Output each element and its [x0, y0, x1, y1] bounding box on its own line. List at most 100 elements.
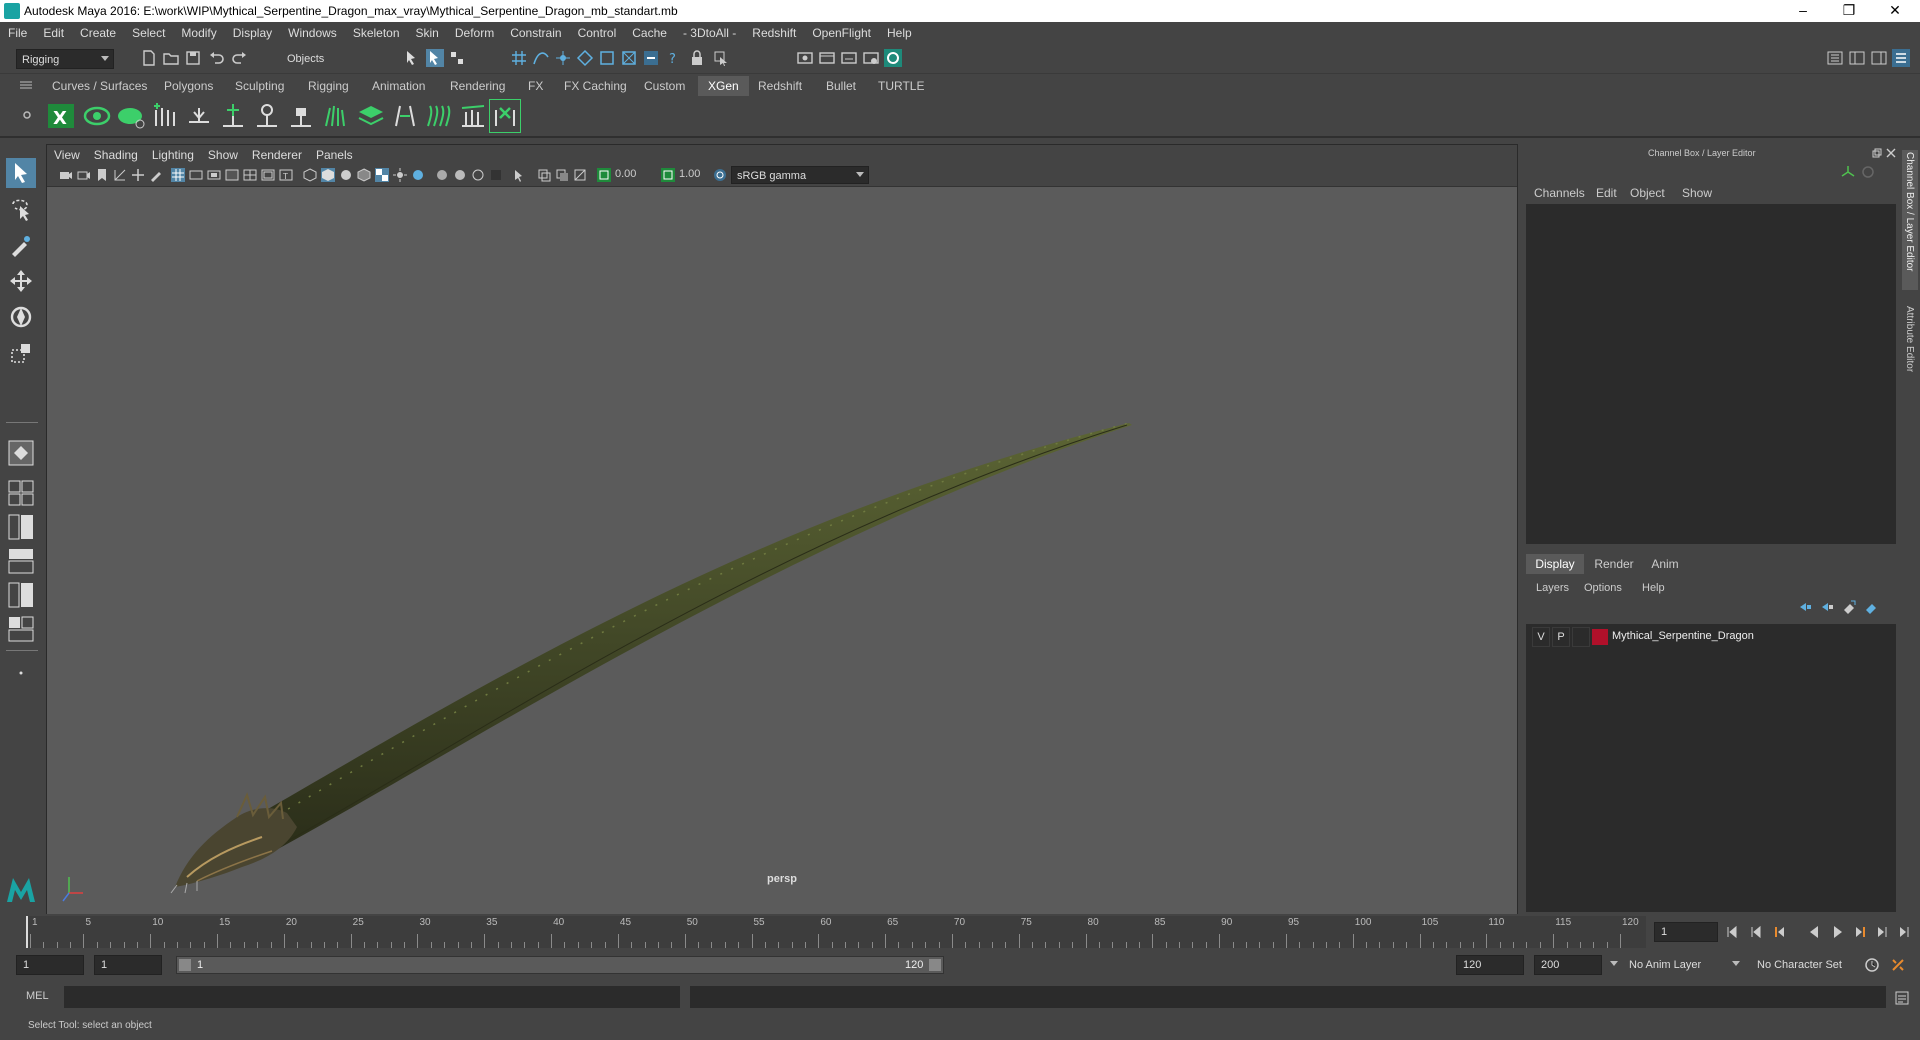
- tab-xgen[interactable]: XGen: [698, 76, 749, 96]
- redo-icon[interactable]: [230, 49, 248, 67]
- viewport-menu-lighting[interactable]: Lighting: [145, 145, 201, 165]
- tab-fx[interactable]: FX: [518, 76, 553, 96]
- gate-mask-icon[interactable]: [225, 168, 239, 182]
- tab-bullet[interactable]: Bullet: [816, 76, 866, 96]
- construction-history-icon[interactable]: [642, 49, 660, 67]
- channel-box-toggle-icon[interactable]: [1892, 49, 1910, 67]
- layer-row[interactable]: V P Mythical_Serpentine_Dragon: [1528, 626, 1894, 648]
- script-editor-icon[interactable]: [1894, 990, 1910, 1006]
- select-by-component-icon[interactable]: [448, 49, 466, 67]
- gamma-toggle-icon[interactable]: [661, 168, 675, 182]
- attribute-editor-toggle-icon[interactable]: [1848, 49, 1866, 67]
- tab-rendering[interactable]: Rendering: [440, 76, 515, 96]
- two-d-pan-icon[interactable]: [131, 168, 145, 182]
- tab-redshift[interactable]: Redshift: [748, 76, 812, 96]
- screen-space-ao-icon[interactable]: [435, 168, 449, 182]
- menu-help[interactable]: Help: [879, 22, 920, 44]
- four-view-layout-icon[interactable]: [6, 478, 36, 508]
- dragon-model[interactable]: [47, 187, 1517, 915]
- animation-end-field[interactable]: 200: [1534, 955, 1602, 975]
- wireframe-icon[interactable]: [303, 168, 317, 182]
- tab-curves-surfaces[interactable]: Curves / Surfaces: [42, 76, 157, 96]
- selection-mode-dropdown[interactable]: Objects: [282, 49, 378, 69]
- menu-redshift[interactable]: Redshift: [744, 22, 804, 44]
- tab-animation[interactable]: Animation: [362, 76, 435, 96]
- gamma-value[interactable]: 1.00: [679, 168, 715, 180]
- single-perspective-layout-icon[interactable]: [6, 438, 36, 468]
- tab-fx-caching[interactable]: FX Caching: [554, 76, 637, 96]
- lasso-tool-icon[interactable]: [6, 194, 36, 224]
- range-slider-start-handle[interactable]: [179, 959, 191, 971]
- command-input[interactable]: [64, 986, 680, 1008]
- xgen-preview-icon[interactable]: [82, 100, 112, 132]
- object-menu[interactable]: Object: [1630, 186, 1665, 200]
- snap-surface-icon[interactable]: [598, 49, 616, 67]
- select-tool-icon[interactable]: [6, 158, 36, 188]
- xgen-create-description-icon[interactable]: [116, 100, 146, 132]
- use-all-lights-icon[interactable]: [393, 168, 407, 182]
- xgen-lock-length-icon[interactable]: [286, 100, 316, 132]
- safe-action-icon[interactable]: [261, 168, 275, 182]
- playback-end-field[interactable]: 120: [1456, 955, 1524, 975]
- restore-button[interactable]: ❐: [1826, 0, 1872, 22]
- move-layer-down-icon[interactable]: [1820, 600, 1834, 614]
- persp-hypershade-layout-icon[interactable]: [6, 580, 36, 610]
- time-ruler[interactable]: 1 5 10 15 20 25 30 35 40 45 50 55 60 65 70 75 80 85 90 95 10…: [26, 916, 1646, 948]
- character-set-dropdown[interactable]: No Character Set: [1752, 955, 1870, 975]
- menu-skeleton[interactable]: Skeleton: [345, 22, 408, 44]
- xgen-interactive-groom-icon[interactable]: [489, 99, 521, 133]
- side-tab-attribute-editor[interactable]: Attribute Editor: [1902, 304, 1918, 404]
- xgen-guide-mode-icon[interactable]: [320, 100, 350, 132]
- tab-anim[interactable]: Anim: [1642, 554, 1688, 574]
- color-management-icon[interactable]: [713, 168, 727, 182]
- viewport-menu-panels[interactable]: Panels: [309, 145, 360, 165]
- undo-icon[interactable]: [208, 49, 226, 67]
- redshift-render-icon[interactable]: [884, 49, 902, 67]
- xgen-delete-guide-icon[interactable]: [184, 100, 214, 132]
- resolution-gate-icon[interactable]: [207, 168, 221, 182]
- close-panel-icon[interactable]: [1886, 148, 1896, 158]
- select-by-object-icon[interactable]: [426, 49, 444, 67]
- new-scene-icon[interactable]: [140, 49, 158, 67]
- tab-render[interactable]: Render: [1588, 554, 1640, 574]
- xgen-guide-length-icon[interactable]: [252, 100, 282, 132]
- float-panel-icon[interactable]: [1872, 148, 1882, 158]
- auto-key-icon[interactable]: [1864, 957, 1880, 973]
- xgen-add-guide-icon[interactable]: [150, 100, 180, 132]
- menu-file[interactable]: File: [0, 22, 35, 44]
- image-plane-icon[interactable]: [113, 168, 127, 182]
- menu-openflight[interactable]: OpenFlight: [804, 22, 879, 44]
- save-scene-icon[interactable]: [184, 49, 202, 67]
- move-layer-up-icon[interactable]: [1798, 600, 1812, 614]
- close-button[interactable]: ✕: [1872, 0, 1918, 22]
- layer-display-type[interactable]: [1572, 627, 1590, 647]
- menu-windows[interactable]: Windows: [280, 22, 345, 44]
- move-tool-icon[interactable]: [6, 266, 36, 296]
- viewport-menu-renderer[interactable]: Renderer: [245, 145, 309, 165]
- safe-title-icon[interactable]: T: [279, 168, 293, 182]
- manipulator-icon[interactable]: [1840, 164, 1856, 180]
- camera-attributes-icon[interactable]: [77, 168, 91, 182]
- anti-aliasing-icon[interactable]: [471, 168, 485, 182]
- make-live-icon[interactable]: [620, 49, 638, 67]
- snap-point-icon[interactable]: [554, 49, 572, 67]
- smooth-shade-icon[interactable]: [321, 168, 335, 182]
- grid-toggle-icon[interactable]: [171, 168, 185, 182]
- color-space-dropdown[interactable]: sRGB gamma: [731, 166, 869, 184]
- command-language-label[interactable]: MEL: [26, 990, 49, 1002]
- viewport-menu-view[interactable]: View: [47, 145, 87, 165]
- menu-display[interactable]: Display: [225, 22, 280, 44]
- snap-grid-icon[interactable]: [510, 49, 528, 67]
- menu-create[interactable]: Create: [72, 22, 124, 44]
- tab-custom[interactable]: Custom: [634, 76, 695, 96]
- show-menu[interactable]: Show: [1682, 186, 1712, 200]
- chevron-down-icon[interactable]: [1608, 957, 1620, 969]
- speed-icon[interactable]: [1860, 164, 1876, 180]
- select-by-hierarchy-icon[interactable]: [404, 49, 422, 67]
- viewport-menu-show[interactable]: Show: [201, 145, 245, 165]
- grease-pencil-icon[interactable]: [149, 168, 163, 182]
- menu-control[interactable]: Control: [570, 22, 625, 44]
- field-chart-icon[interactable]: [243, 168, 257, 182]
- layer-visibility-toggle[interactable]: V: [1532, 627, 1550, 647]
- tab-polygons[interactable]: Polygons: [154, 76, 223, 96]
